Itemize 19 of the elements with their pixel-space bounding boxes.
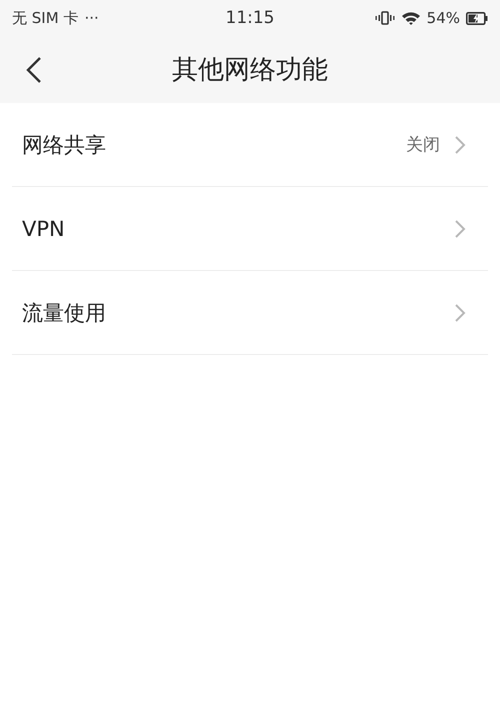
- carrier-text: 无 SIM 卡: [12, 8, 78, 28]
- settings-row[interactable]: VPN: [12, 187, 488, 271]
- vibrate-icon: [374, 11, 395, 25]
- row-label: 流量使用: [22, 300, 106, 326]
- settings-row[interactable]: 流量使用: [12, 271, 488, 355]
- chevron-right-icon: [454, 218, 466, 238]
- back-icon: [26, 56, 42, 84]
- wifi-icon: [400, 10, 421, 26]
- row-label: VPN: [22, 216, 65, 240]
- row-label: 网络共享: [22, 132, 106, 158]
- row-value: 关闭: [406, 134, 440, 156]
- settings-row[interactable]: 网络共享 关闭: [12, 103, 488, 187]
- chevron-right-icon: [454, 134, 466, 154]
- more-dots: ···: [84, 9, 99, 27]
- page-title: 其他网络功能: [172, 54, 328, 87]
- battery-percent: 54%: [426, 9, 460, 27]
- charging-battery-icon: [466, 12, 488, 24]
- chevron-right-icon: [454, 302, 466, 322]
- clock-time: 11:15: [226, 8, 274, 28]
